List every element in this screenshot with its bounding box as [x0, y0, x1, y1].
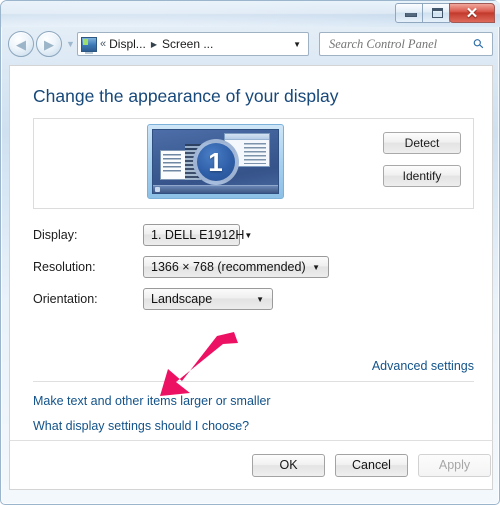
monitor-preview[interactable]: 1: [147, 124, 284, 199]
search-icon: ⚲: [470, 35, 488, 53]
chevron-down-icon: ▼: [244, 231, 252, 240]
display-number-badge: 1: [193, 139, 239, 185]
content-area: Change the appearance of your display 1 …: [9, 65, 493, 440]
orientation-row: Orientation: Landscape ▼: [33, 288, 333, 312]
orientation-label: Orientation:: [33, 288, 98, 310]
display-row: Display: 1. DELL E1912H ▼: [33, 224, 333, 248]
cancel-button[interactable]: Cancel: [335, 454, 408, 477]
resolution-select-value: 1366 × 768 (recommended): [151, 260, 306, 274]
close-button[interactable]: ✕: [449, 3, 495, 23]
navigation-toolbar: ◀ ▶ ▼ « Displ... ▶ Screen ... ▼ ↻ ⚲: [1, 27, 500, 63]
nav-buttons: ◀ ▶ ▼: [8, 31, 75, 57]
window-frame: ✕ ◀ ▶ ▼ « Displ... ▶ Screen ... ▼ ↻ ⚲: [0, 0, 500, 505]
recent-pages-chevron-down-icon[interactable]: ▼: [66, 31, 75, 57]
divider: [33, 381, 474, 382]
display-select-value: 1. DELL E1912H: [151, 228, 244, 242]
display-icon: [81, 37, 97, 52]
address-chevron-down-icon[interactable]: ▼: [293, 40, 301, 49]
monitor-screen: 1: [152, 129, 279, 194]
chevron-down-icon: ▼: [256, 295, 264, 304]
orientation-select-value: Landscape: [151, 292, 212, 306]
identify-button[interactable]: Identify: [383, 165, 461, 187]
minimize-icon: [405, 13, 417, 17]
back-arrow-icon: ◀: [9, 32, 33, 56]
page-title: Change the appearance of your display: [33, 86, 339, 107]
ok-button[interactable]: OK: [252, 454, 325, 477]
display-select[interactable]: 1. DELL E1912H ▼: [143, 224, 240, 246]
window-controls: ✕: [395, 3, 495, 25]
apply-button: Apply: [418, 454, 491, 477]
detect-button[interactable]: Detect: [383, 132, 461, 154]
resolution-label: Resolution:: [33, 256, 96, 278]
chevron-down-icon: ▼: [312, 263, 320, 272]
orientation-select[interactable]: Landscape ▼: [143, 288, 273, 310]
resolution-select[interactable]: 1366 × 768 (recommended) ▼: [143, 256, 329, 278]
search-box[interactable]: ⚲: [319, 32, 493, 56]
forward-button[interactable]: ▶: [36, 31, 62, 57]
breadcrumb-chevron-right-icon[interactable]: ▶: [151, 40, 157, 49]
what-display-settings-link[interactable]: What display settings should I choose?: [33, 419, 249, 433]
minimize-button[interactable]: [395, 3, 423, 23]
forward-arrow-icon: ▶: [37, 32, 61, 56]
breadcrumb-overflow-icon[interactable]: «: [100, 38, 106, 50]
breadcrumb-item-display[interactable]: Displ...: [109, 37, 146, 51]
maximize-icon: [432, 8, 443, 18]
title-bar: ✕: [1, 1, 500, 27]
close-icon: ✕: [450, 4, 494, 22]
display-preview-panel: 1 Detect Identify: [33, 118, 474, 209]
dialog-footer: OK Cancel Apply: [9, 440, 493, 490]
resolution-row: Resolution: 1366 × 768 (recommended) ▼: [33, 256, 373, 280]
desktop-taskbar-icon: [153, 185, 278, 193]
make-text-larger-link[interactable]: Make text and other items larger or smal…: [33, 394, 271, 408]
address-bar[interactable]: « Displ... ▶ Screen ... ▼: [77, 32, 309, 56]
back-button[interactable]: ◀: [8, 31, 34, 57]
search-input[interactable]: [327, 36, 466, 53]
advanced-settings-link[interactable]: Advanced settings: [372, 359, 474, 373]
maximize-button[interactable]: [422, 3, 450, 23]
display-label: Display:: [33, 224, 77, 246]
breadcrumb-item-screen-resolution[interactable]: Screen ...: [162, 37, 213, 51]
